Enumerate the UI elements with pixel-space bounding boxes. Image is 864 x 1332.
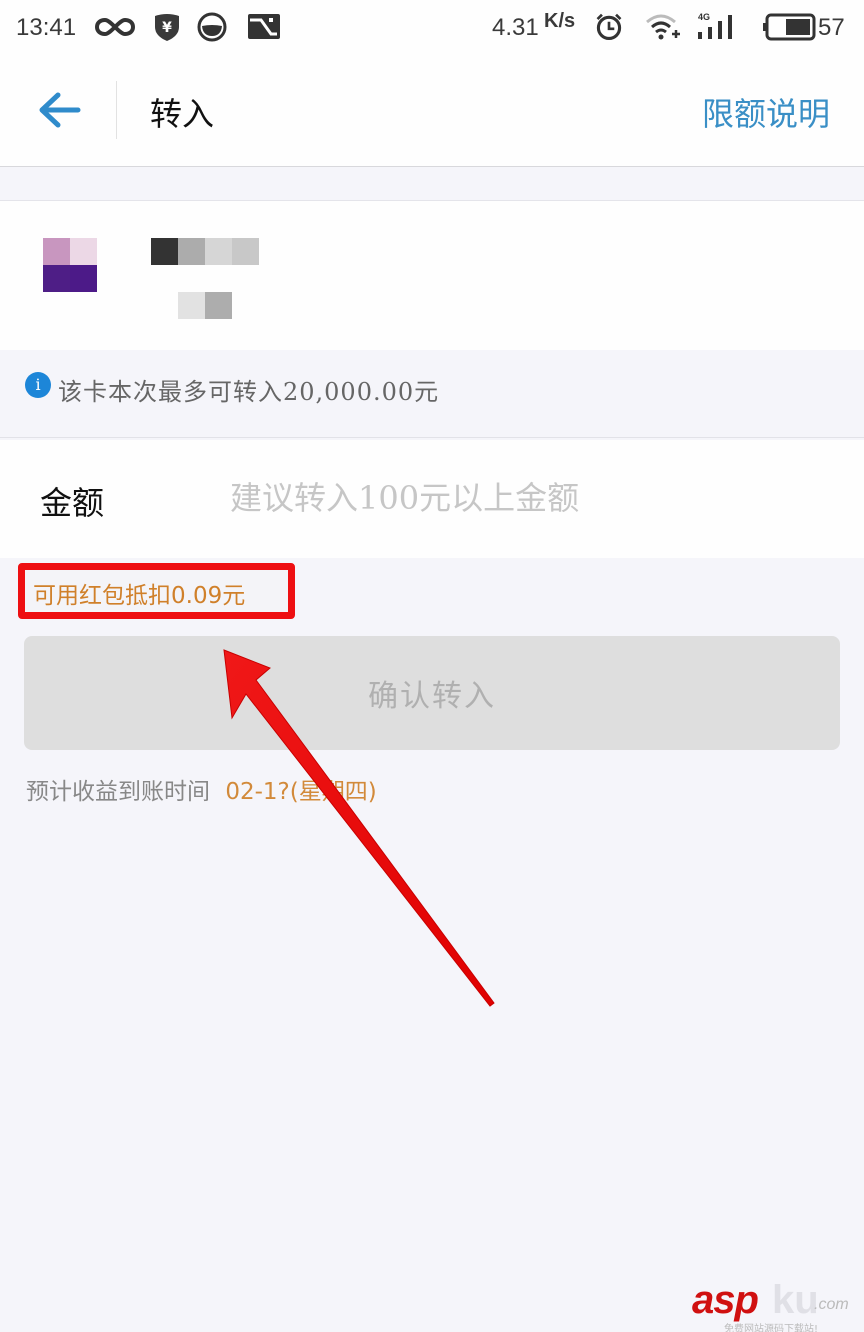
signal-4g-icon: 4G [698,12,732,39]
bowl-icon [197,12,227,42]
info-icon: i [25,372,51,398]
network-speed: 4.31 [492,14,539,41]
card-number-redacted [178,292,232,319]
earnings-arrival-row: 预计收益到账时间 02-1?(星期四) [26,772,377,806]
battery-percent: 57 [818,14,845,41]
status-bar: 13:41 ¥ 4.31 K/s 4G 57 [0,0,864,55]
red-packet-discount-text[interactable]: 可用红包抵扣0.09元 [33,576,245,610]
arrival-label: 预计收益到账时间 [26,779,210,805]
bank-logo [43,238,97,292]
watermark-brand-gray: ku [772,1278,819,1322]
watermark-domain: .com [814,1296,849,1313]
transfer-limit-text: 该卡本次最多可转入20,000.00元 [58,378,440,406]
yen-shield-icon: ¥ [155,14,179,41]
amount-label: 金额 [40,484,105,522]
back-arrow-icon[interactable] [34,85,84,135]
bank-name-redacted [151,238,259,265]
alarm-clock-icon [596,13,622,41]
bank-card-selector[interactable] [0,200,864,350]
site-watermark: asp ku .com 免费网站源码下载站! [692,1278,862,1332]
svg-text:¥: ¥ [162,20,172,36]
limit-info-link[interactable]: 限额说明 [702,89,830,135]
watermark-brand-red: asp [692,1278,759,1322]
nav-bar: 转入 限额说明 [0,55,864,167]
infinity-icon [94,17,136,37]
amount-input[interactable] [230,470,830,526]
wifi-icon [646,14,680,40]
page-title: 转入 [150,95,215,133]
arrival-date: 02-1?(星期四) [225,779,377,805]
red-packet-highlight: 可用红包抵扣0.09元 [18,563,295,619]
svg-text:4G: 4G [698,12,710,22]
confirm-transfer-button[interactable]: 确认转入 [24,636,840,750]
transfer-limit-info: i 该卡本次最多可转入20,000.00元 [0,350,864,438]
network-speed-unit: K/s [544,10,576,32]
status-time: 13:41 [16,14,77,41]
image-notification-icon [248,14,280,39]
watermark-tagline: 免费网站源码下载站! [724,1324,819,1332]
nav-divider [116,81,117,139]
battery-icon [763,13,816,41]
amount-row: 金额 [0,440,864,558]
